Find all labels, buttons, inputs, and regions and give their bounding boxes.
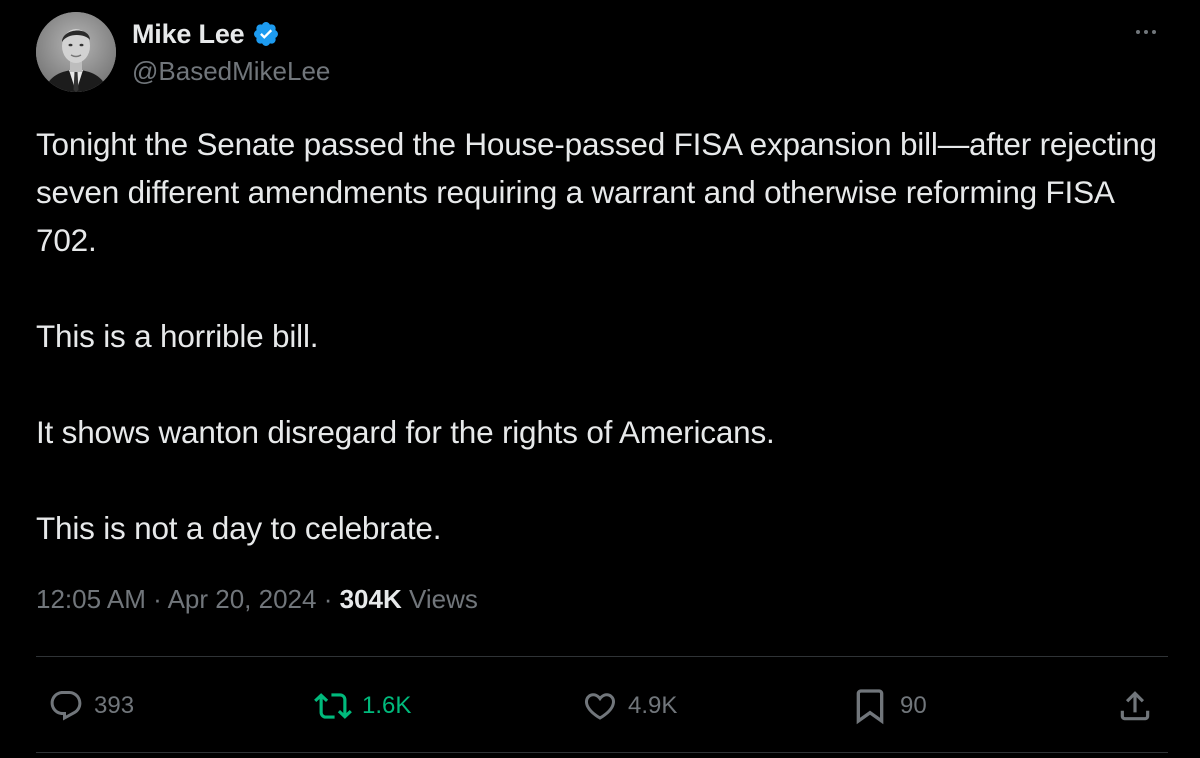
tweet-date[interactable]: Apr 20, 2024: [168, 584, 317, 614]
like-icon: [584, 693, 616, 720]
reply-count: 393: [94, 692, 135, 719]
more-icon: [1136, 30, 1140, 34]
tweet-paragraph: Tonight the Senate passed the House-pass…: [36, 126, 1157, 258]
views-label: Views: [408, 584, 478, 614]
author-handle[interactable]: @BasedMikeLee: [132, 56, 330, 87]
more-icon-dot: [1152, 30, 1156, 34]
more-options-button[interactable]: [1128, 18, 1164, 46]
meta-separator: ·: [153, 584, 162, 614]
retweet-icon: [314, 693, 352, 719]
retweet-count: 1.6K: [362, 692, 412, 719]
bookmark-button[interactable]: 90: [850, 684, 927, 728]
tweet-card: Mike Lee @BasedMikeLee Tonight the Senat…: [0, 0, 1200, 758]
tweet-paragraph: This is not a day to celebrate.: [36, 510, 442, 546]
tweet-paragraph: This is a horrible bill.: [36, 318, 319, 354]
share-button[interactable]: [1116, 684, 1154, 728]
tweet-time[interactable]: 12:05 AM: [36, 584, 146, 614]
share-icon: [1120, 691, 1150, 721]
like-count: 4.9K: [628, 692, 678, 719]
reply-button[interactable]: 393: [48, 684, 134, 728]
author-name-row: Mike Lee: [132, 14, 280, 54]
divider-bottom: [36, 752, 1168, 753]
bookmark-icon: [856, 689, 884, 725]
views-count[interactable]: 304K: [340, 584, 402, 614]
tweet-actions-bar: 393 1.6K 4.9K 90: [36, 676, 1168, 736]
like-button[interactable]: 4.9K: [582, 684, 677, 728]
avatar[interactable]: [36, 12, 116, 92]
tweet-paragraph: It shows wanton disregard for the rights…: [36, 414, 775, 450]
bookmark-count: 90: [900, 692, 927, 719]
meta-separator: ·: [323, 584, 333, 614]
avatar-image: [36, 12, 116, 92]
divider: [36, 656, 1168, 657]
retweet-button[interactable]: 1.6K: [314, 684, 411, 728]
reply-icon: [50, 691, 82, 721]
tweet-text: Tonight the Senate passed the House-pass…: [36, 120, 1176, 552]
author-display-name[interactable]: Mike Lee: [132, 19, 245, 50]
verified-badge-icon[interactable]: [252, 20, 280, 48]
tweet-metadata: 12:05 AM · Apr 20, 2024 · 304K Views: [36, 584, 478, 615]
more-icon-dot: [1144, 30, 1148, 34]
